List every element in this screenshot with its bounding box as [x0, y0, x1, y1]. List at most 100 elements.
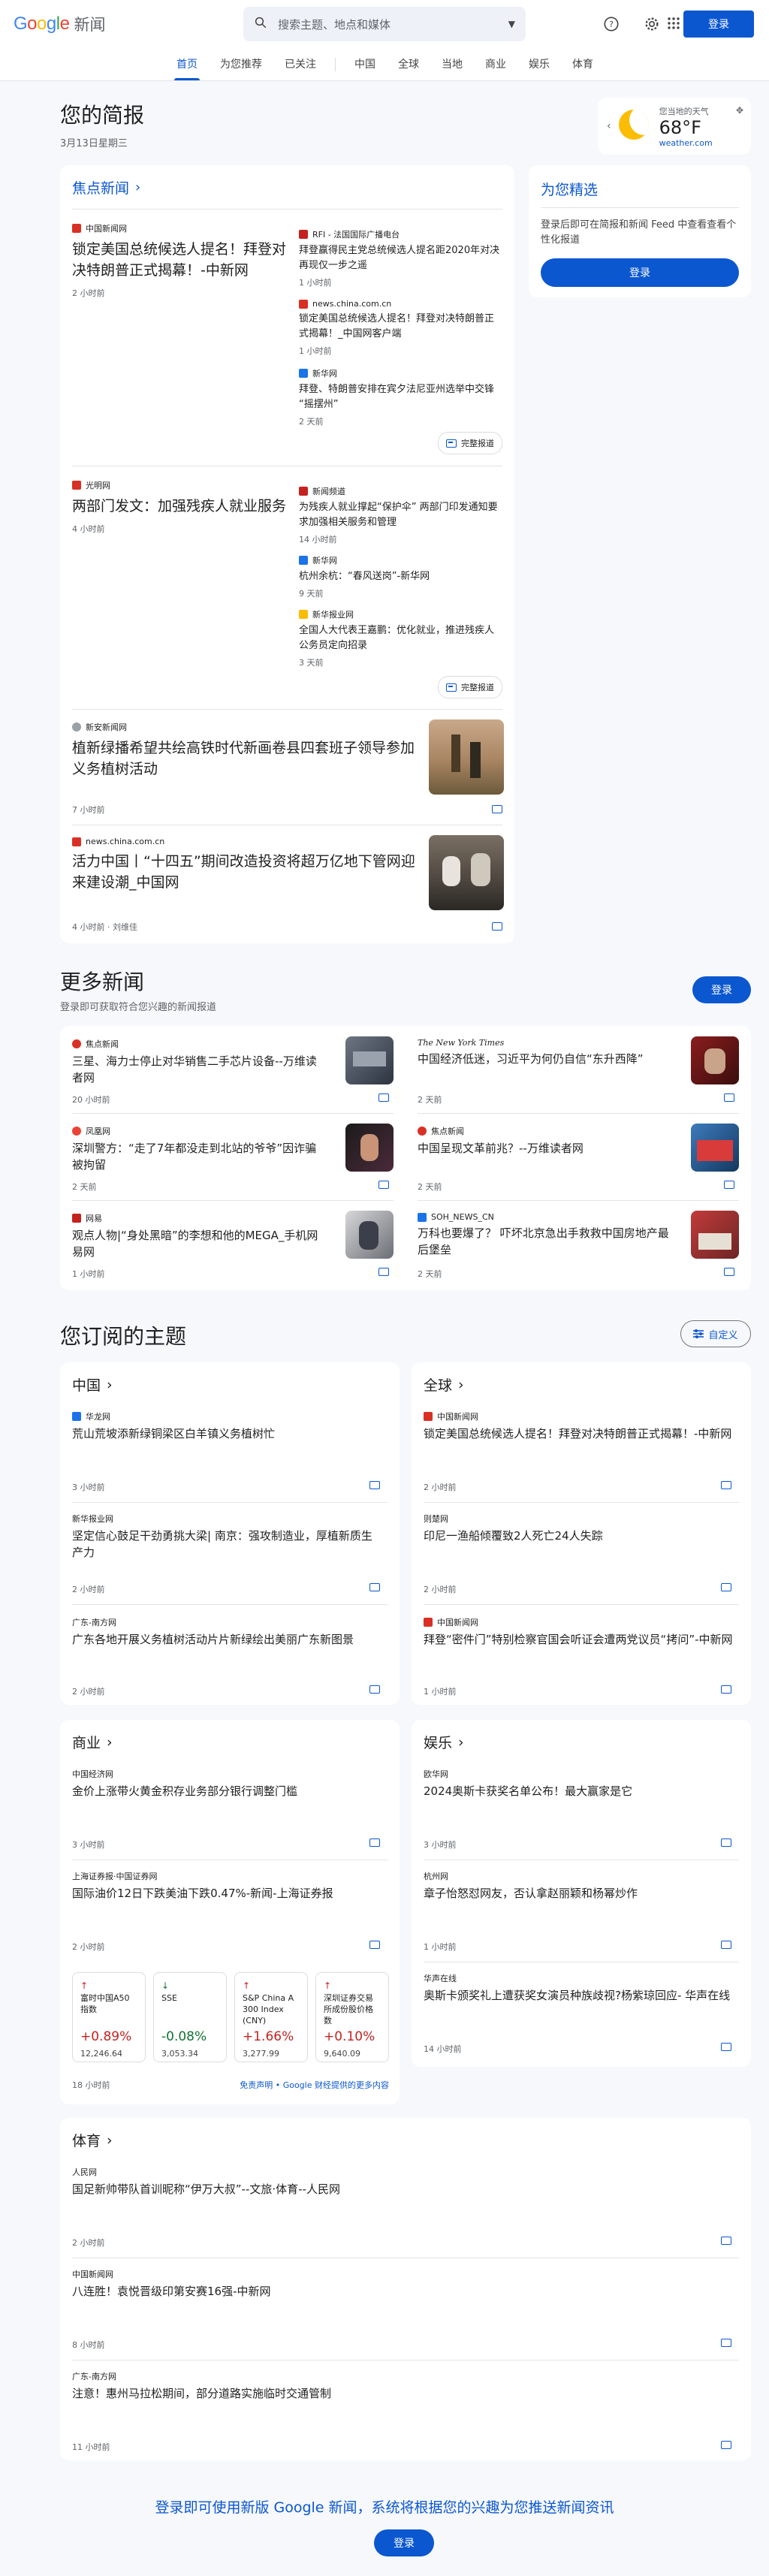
related-article[interactable]: RFI - 法国国际广播电台 拜登赢得民主党总统候选人提名距2020年对决再现仅…: [299, 228, 503, 288]
full-coverage-icon[interactable]: [721, 2441, 731, 2449]
story-thumbnail[interactable]: [691, 1211, 739, 1259]
cluster-2-main[interactable]: 光明网 两部门发文：加强残疾人就业服务 4 小时前: [72, 479, 290, 535]
full-coverage-icon[interactable]: [369, 1685, 380, 1694]
topic-link-china[interactable]: 中国 ›: [72, 1374, 113, 1395]
tab-china[interactable]: 中国: [343, 56, 387, 80]
market-ticker[interactable]: ↑ 深圳证券交易所成份股价格数 +0.10% 9,640.09: [315, 1972, 389, 2062]
apps-grid-icon[interactable]: [667, 17, 680, 33]
story-thumbnail[interactable]: [429, 719, 504, 795]
story-thumbnail[interactable]: [691, 1124, 739, 1172]
full-coverage-icon[interactable]: [492, 922, 502, 931]
full-coverage-icon[interactable]: [369, 1941, 380, 1949]
related-article[interactable]: 新闻频道 为残疾人就业撑起“保护伞” 两部门印发通知要求加强相关服务和管理 14…: [299, 485, 503, 545]
full-coverage-icon[interactable]: [721, 1583, 731, 1591]
full-coverage-icon[interactable]: [721, 1481, 731, 1489]
more-news-item[interactable]: 凤凰网 深圳警方：“走了7年都没走到北站的爷爷”因诈骗被拘留: [72, 1125, 327, 1173]
topic-article[interactable]: 华声在线 奥斯卡颁奖礼上遭获奖女演员种族歧视?杨紫琼回应- 华声在线: [424, 1972, 739, 2004]
tab-world[interactable]: 全球: [387, 56, 430, 80]
topic-article[interactable]: 中国新闻网 八连胜！袁悦晋级印第安赛16强-中新网: [72, 2268, 718, 2300]
topic-article[interactable]: 中国经济网 金价上涨带火黄金积存业务部分银行调整门槛: [72, 1768, 372, 1799]
footer-sign-in-button[interactable]: 登录: [374, 2529, 434, 2556]
full-coverage-button[interactable]: 完整报道: [438, 676, 502, 698]
tab-following[interactable]: 已关注: [273, 56, 327, 80]
more-news-item[interactable]: 焦点新闻 中国呈现文革前兆？--万维读者网: [418, 1125, 673, 1157]
full-coverage-icon[interactable]: [492, 805, 502, 813]
tab-entertainment[interactable]: 娱乐: [517, 56, 561, 80]
customize-button[interactable]: 自定义: [680, 1320, 751, 1347]
topic-article[interactable]: 则楚网 印尼一渔船倾覆致2人死亡24人失踪: [424, 1513, 739, 1544]
sign-in-button[interactable]: 登录: [683, 11, 754, 38]
cluster-1-main[interactable]: 中国新闻网 锁定美国总统候选人提名！拜登对决特朗普正式揭幕！-中新网 2 小时前: [72, 222, 290, 299]
for-you-sign-in-button[interactable]: 登录: [541, 258, 739, 287]
tab-local[interactable]: 当地: [430, 56, 474, 80]
search-icon[interactable]: [254, 16, 267, 32]
full-coverage-icon[interactable]: [378, 1093, 389, 1102]
topic-article[interactable]: 新华报业网 坚定信心鼓足干劲勇挑大梁| 南京：强攻制造业，厚植新质生产力: [72, 1513, 372, 1561]
full-coverage-icon[interactable]: [724, 1093, 734, 1102]
search-input[interactable]: 搜索主题、地点和媒体: [278, 17, 391, 32]
settings-gear-icon[interactable]: [641, 14, 662, 35]
full-coverage-icon[interactable]: [721, 1838, 731, 1847]
topic-article[interactable]: 华龙网 荒山荒坡添新绿铜梁区白羊镇义务植树忙: [72, 1410, 372, 1442]
topic-article[interactable]: 杭州网 章子怡怒怼网友，否认拿赵丽颖和杨幂炒作: [424, 1870, 739, 1902]
weather-source[interactable]: weather.com: [659, 138, 713, 148]
full-coverage-icon[interactable]: [369, 1838, 380, 1847]
tab-home[interactable]: 首页: [165, 56, 209, 80]
full-coverage-icon[interactable]: [724, 1181, 734, 1189]
full-coverage-icon[interactable]: [378, 1268, 389, 1276]
full-coverage-icon[interactable]: [721, 2043, 731, 2051]
full-coverage-icon[interactable]: [721, 2339, 731, 2347]
headline[interactable]: 锁定美国总统候选人提名！拜登对决特朗普正式揭幕！-中新网: [72, 239, 290, 281]
more-news-item[interactable]: The New York Times 中国经济低迷，习近平为何仍自信“东升西降”: [418, 1038, 673, 1067]
story-thumbnail[interactable]: [345, 1124, 394, 1172]
topic-article[interactable]: 人民网 国足新帅带队首训昵称“伊万大叔”--文旅·体育--人民网: [72, 2166, 718, 2197]
topic-link-sports[interactable]: 体育 ›: [72, 2130, 113, 2150]
full-coverage-icon[interactable]: [378, 1181, 389, 1189]
expand-icon[interactable]: ✥: [736, 105, 743, 116]
chevron-left-icon[interactable]: ‹: [607, 120, 611, 132]
google-news-logo[interactable]: Google 新闻: [14, 13, 239, 35]
full-coverage-icon[interactable]: [369, 1481, 380, 1489]
topic-article[interactable]: 广东-南方网 广东各地开展义务植树活动片片新绿绘出美丽广东新图景: [72, 1616, 372, 1648]
market-ticker[interactable]: ↑ 富时中国A50指数 +0.89% 12,246.64: [72, 1972, 146, 2062]
story-thumbnail[interactable]: [691, 1036, 739, 1084]
more-news-item[interactable]: SOH_NEWS_CN 万科也要爆了？ 吓坏北京急出手救救中国房地产最后堡垒: [418, 1212, 673, 1258]
finance-disclaimer-link[interactable]: 免责声明 • Google 财经提供的更多内容: [240, 2079, 389, 2091]
topic-article[interactable]: 中国新闻网 锁定美国总统候选人提名！拜登对决特朗普正式揭幕！-中新网: [424, 1410, 739, 1442]
more-news-item[interactable]: 网易 观点人物|“身处黑暗”的李想和他的MEGA_手机网易网: [72, 1212, 327, 1260]
full-coverage-button[interactable]: 完整报道: [438, 432, 502, 454]
tab-sports[interactable]: 体育: [561, 56, 605, 80]
topic-article[interactable]: 广东-南方网 注意！惠州马拉松期间，部分道路实施临时交通管制: [72, 2370, 718, 2402]
full-coverage-icon[interactable]: [721, 1685, 731, 1694]
topic-link-entertainment[interactable]: 娱乐 ›: [424, 1732, 464, 1752]
full-coverage-icon[interactable]: [724, 1268, 734, 1276]
topic-link-business[interactable]: 商业 ›: [72, 1732, 113, 1752]
more-news-item[interactable]: 焦点新闻 三星、海力士停止对华销售二手芯片设备--万维读者网: [72, 1038, 327, 1086]
full-coverage-icon[interactable]: [369, 1583, 380, 1591]
related-article[interactable]: 新华网 杭州余杭：“春风送岗”-新华网 9 天前: [299, 554, 503, 599]
full-coverage-icon[interactable]: [721, 1941, 731, 1949]
related-article[interactable]: news.china.com.cn 锁定美国总统候选人提名！拜登对决特朗普正式揭…: [299, 299, 503, 357]
help-icon[interactable]: ?: [601, 14, 622, 35]
related-article[interactable]: 新华报业网 全国人大代表王嘉鹏：优化就业，推进残疾人公务员定向招录 3 天前: [299, 608, 503, 668]
topic-article[interactable]: 欧华网 2024奥斯卡获奖名单公布！最大赢家是它: [424, 1768, 739, 1799]
full-coverage-icon[interactable]: [721, 2237, 731, 2245]
tab-for-you[interactable]: 为您推荐: [209, 56, 273, 80]
story-single-2[interactable]: news.china.com.cn 活力中国丨“十四五”期间改造投资将超万亿地下…: [72, 837, 418, 893]
topic-link-world[interactable]: 全球 ›: [424, 1374, 464, 1395]
weather-widget[interactable]: ‹ 您当地的天气 68°F weather.com ✥: [598, 98, 751, 155]
market-ticker[interactable]: ↓ SSE -0.08% 3,053.34: [153, 1972, 227, 2062]
story-thumbnail[interactable]: [345, 1211, 394, 1259]
topic-article[interactable]: 中国新闻网 拜登“密件门”特别检察官国会听证会遭两党议员“拷问”-中新网: [424, 1616, 739, 1648]
headline[interactable]: 两部门发文：加强残疾人就业服务: [72, 496, 290, 517]
search-box[interactable]: 搜索主题、地点和媒体 ▼: [243, 7, 526, 41]
topic-article[interactable]: 上海证券报·中国证券网 国际油价12日下跌美油下跌0.47%-新闻-上海证券报: [72, 1870, 372, 1902]
search-dropdown-icon[interactable]: ▼: [508, 19, 515, 29]
tab-business[interactable]: 商业: [474, 56, 517, 80]
story-thumbnail[interactable]: [345, 1036, 394, 1084]
market-ticker[interactable]: ↑ S&P China A 300 Index (CNY) +1.66% 3,2…: [234, 1972, 308, 2062]
top-stories-link[interactable]: 焦点新闻 ›: [72, 177, 140, 198]
related-article[interactable]: 新华网 拜登、特朗普安排在宾夕法尼亚州选举中交锋 “摇摆州” 2 天前: [299, 367, 503, 427]
story-thumbnail[interactable]: [429, 835, 504, 910]
story-single-1[interactable]: 新安新闻网 植新绿播希望共绘高铁时代新画卷县四套班子领导参加义务植树活动: [72, 721, 418, 780]
